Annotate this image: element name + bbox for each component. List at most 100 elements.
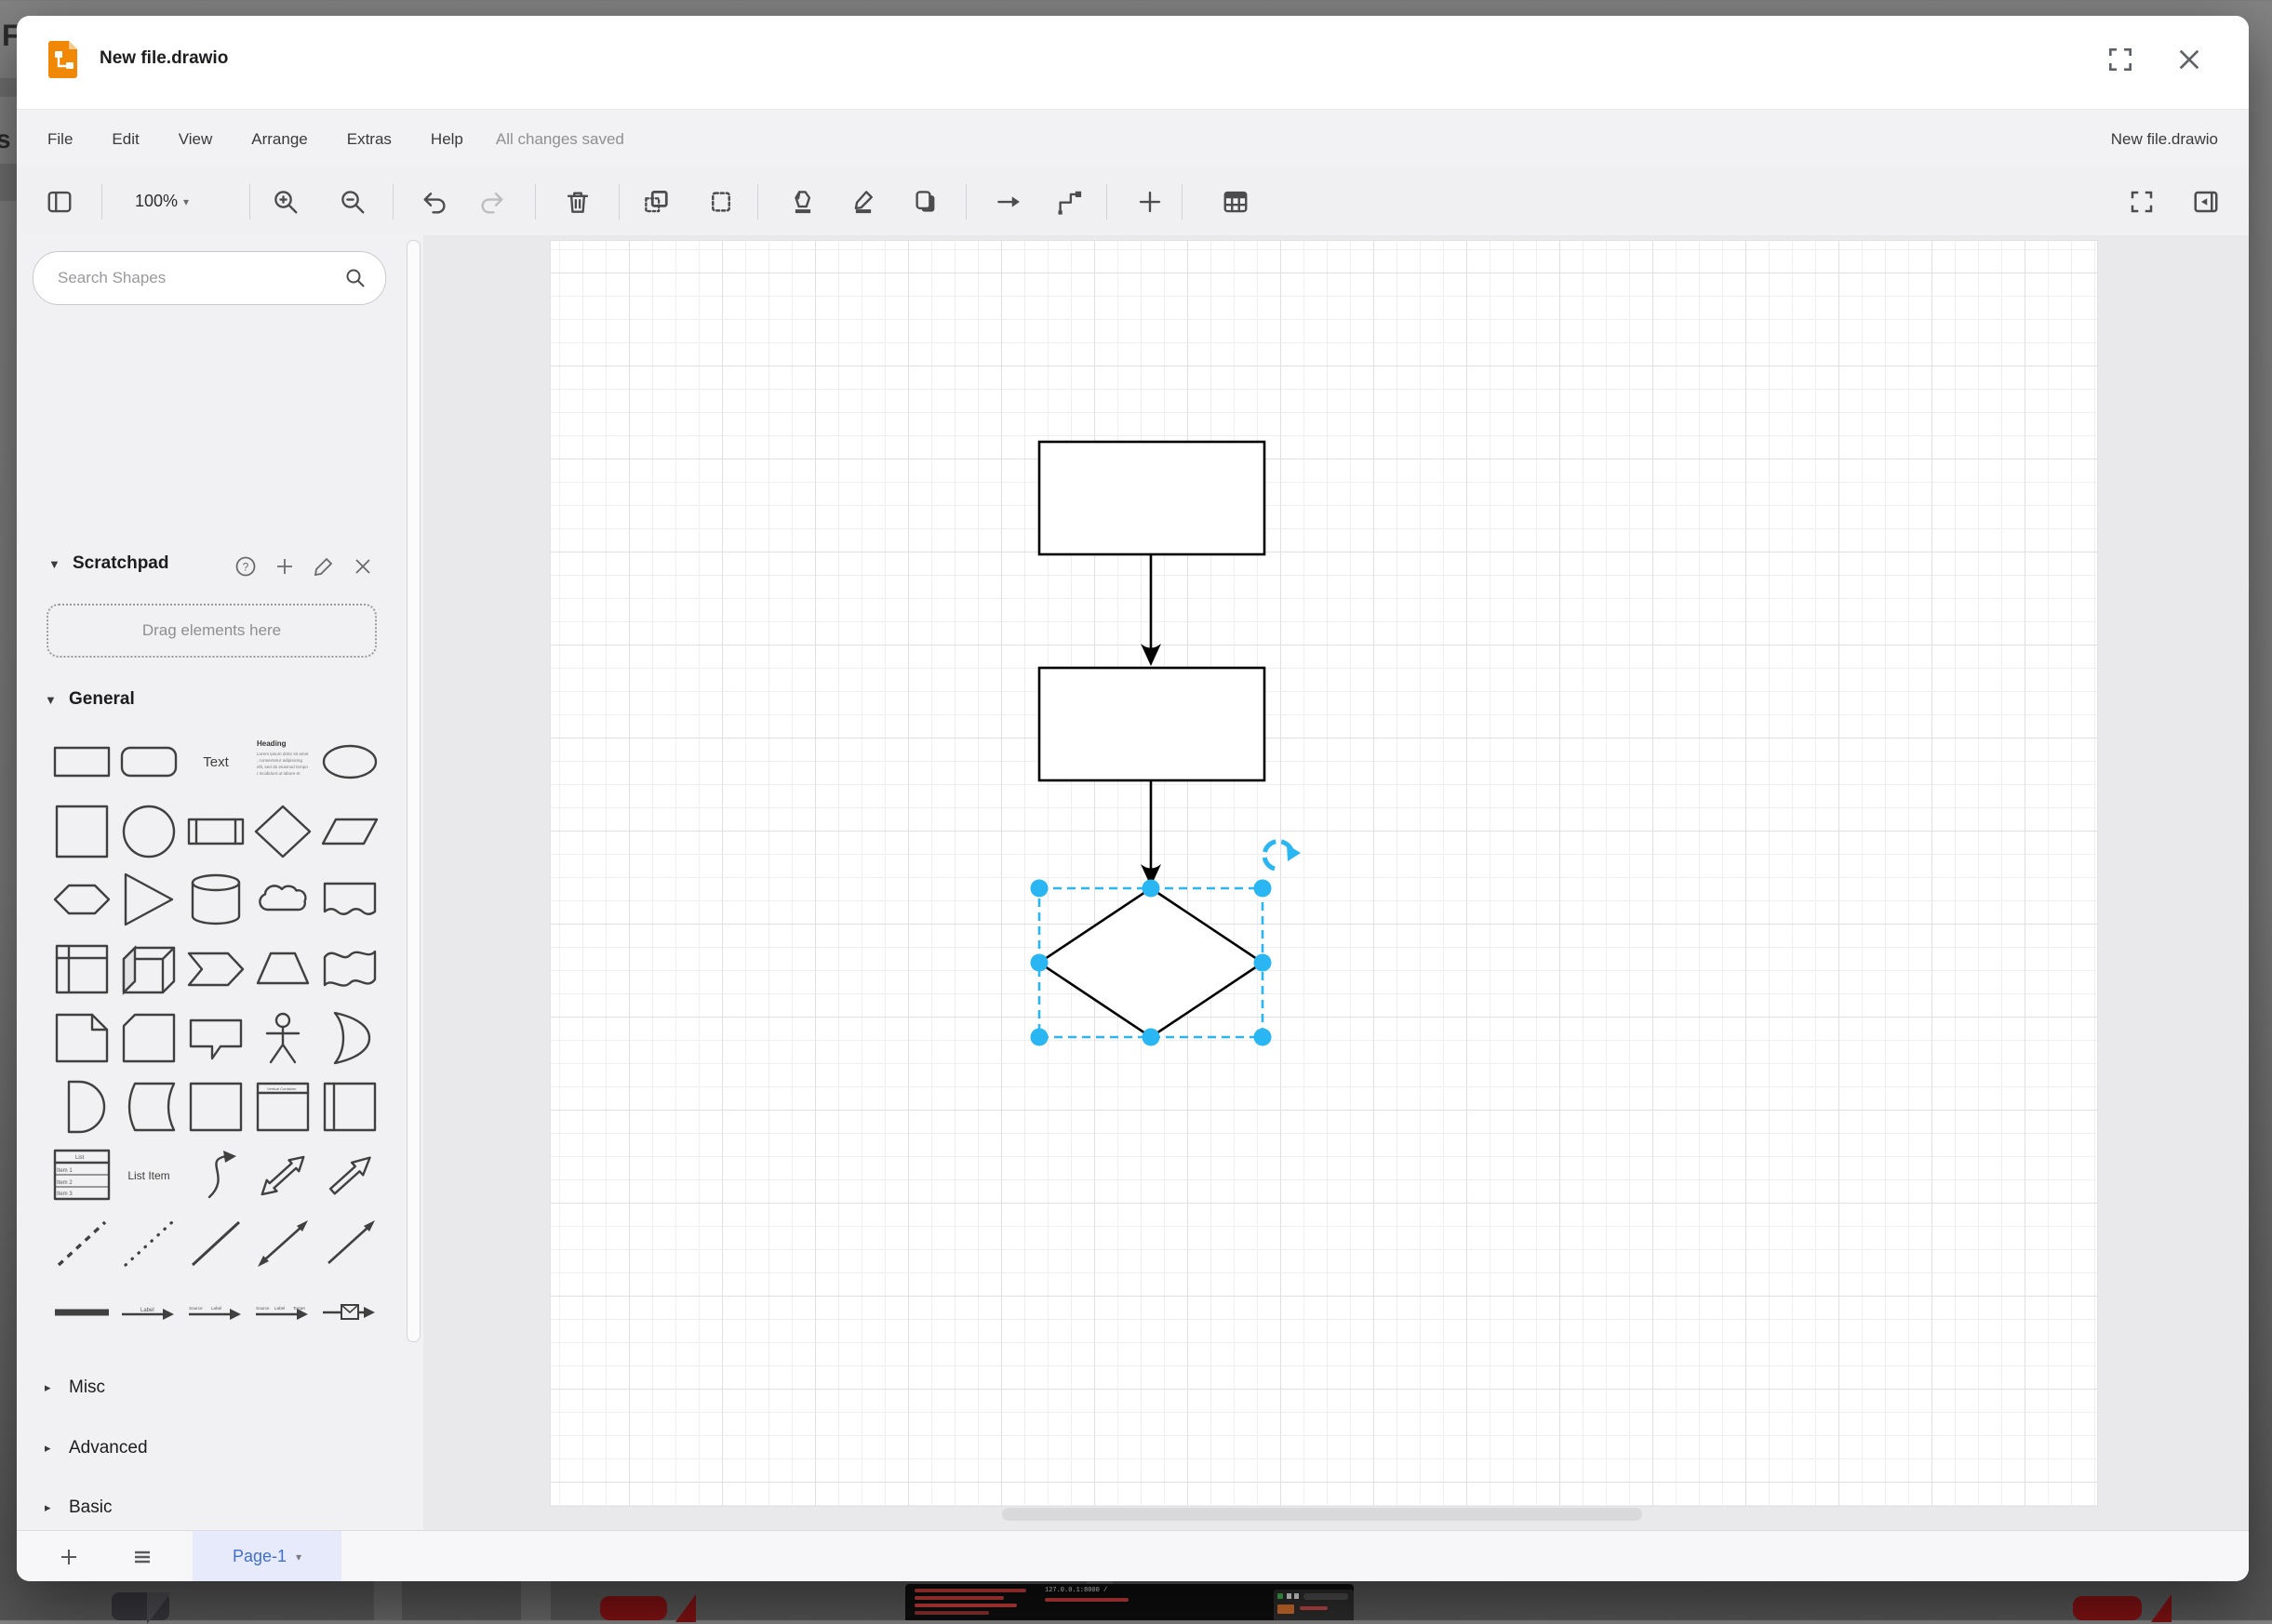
shape-note[interactable]: [48, 1010, 115, 1066]
shape-link[interactable]: [48, 1285, 115, 1340]
scratchpad-add-icon[interactable]: [274, 555, 296, 578]
shape-vertical-container[interactable]: Vertical Container: [249, 1079, 316, 1135]
shape-bidirectional-connector[interactable]: [249, 1216, 316, 1271]
shape-source-target-arrow[interactable]: SourceLabelTarget: [249, 1285, 316, 1340]
shape-dashed-line[interactable]: [48, 1216, 115, 1271]
menu-item-extras[interactable]: Extras: [327, 130, 411, 149]
selection-handle[interactable]: [1031, 880, 1049, 898]
sidebar-section-advanced[interactable]: ▸Advanced: [45, 1438, 148, 1458]
sidebar-section-basic[interactable]: ▸Basic: [45, 1498, 112, 1518]
shape-data-storage[interactable]: [115, 1079, 182, 1135]
toggle-shapes-panel-icon[interactable]: [38, 167, 81, 235]
scratchpad-dropzone[interactable]: Drag elements here: [47, 604, 377, 658]
shape-rectangle[interactable]: [48, 734, 115, 790]
selection-handle[interactable]: [1031, 1029, 1049, 1046]
selection-handle[interactable]: [1031, 954, 1049, 972]
selection-handle[interactable]: [1254, 1029, 1272, 1046]
shape-bidirectional-arrow[interactable]: [249, 1148, 316, 1204]
zoom-out-icon[interactable]: [331, 167, 374, 235]
insert-icon[interactable]: [1129, 167, 1171, 235]
menu-item-arrange[interactable]: Arrange: [232, 130, 327, 149]
canvas-horizontal-scrollbar[interactable]: [1002, 1508, 1642, 1521]
shape-process[interactable]: [182, 804, 249, 859]
shadow-icon[interactable]: [904, 167, 947, 235]
shape-and[interactable]: [48, 1079, 115, 1135]
add-page-icon[interactable]: [48, 1531, 89, 1581]
menu-item-view[interactable]: View: [159, 130, 233, 149]
line-color-icon[interactable]: [842, 167, 885, 235]
shape-internal-storage[interactable]: [48, 941, 115, 997]
shape-horizontal-container[interactable]: [316, 1079, 383, 1135]
zoom-dropdown[interactable]: 100%▾: [101, 167, 222, 235]
scratchpad-edit-icon[interactable]: [313, 555, 335, 578]
shape-circle[interactable]: [115, 804, 182, 859]
shape-dotted-line[interactable]: [115, 1216, 182, 1271]
shape-cube[interactable]: [115, 941, 182, 997]
waypoint-style-icon[interactable]: [1048, 167, 1090, 235]
expand-window-icon[interactable]: [2105, 45, 2135, 74]
to-front-icon[interactable]: [635, 167, 677, 235]
menu-item-help[interactable]: Help: [411, 130, 483, 149]
menu-item-file[interactable]: File: [17, 130, 92, 149]
general-section-header[interactable]: ▼ General: [45, 689, 135, 710]
shape-diamond[interactable]: [249, 804, 316, 859]
diagram-edge-1[interactable]: [1141, 554, 1161, 666]
scratchpad-header[interactable]: ▼ Scratchpad: [48, 553, 168, 574]
shape-cloud[interactable]: [249, 872, 316, 927]
close-window-icon[interactable]: [2174, 45, 2204, 74]
shape-source-label-arrow[interactable]: SourceLabel: [182, 1285, 249, 1340]
menu-item-edit[interactable]: Edit: [92, 130, 158, 149]
shape-line[interactable]: [182, 1216, 249, 1271]
shape-tape[interactable]: [316, 941, 383, 997]
shape-directional-connector[interactable]: [316, 1216, 383, 1271]
diagram-node-decision[interactable]: [1039, 888, 1263, 1037]
sidebar-section-misc[interactable]: ▸Misc: [45, 1378, 105, 1398]
shape-or[interactable]: [316, 1010, 383, 1066]
delete-icon[interactable]: [556, 167, 599, 235]
selection-handle[interactable]: [1254, 954, 1272, 972]
fullscreen-icon[interactable]: [2120, 167, 2163, 235]
undo-icon[interactable]: [414, 167, 457, 235]
shape-list-item[interactable]: List Item: [115, 1148, 182, 1204]
shape-text[interactable]: Text: [182, 734, 249, 790]
page-tab[interactable]: Page-1 ▾: [193, 1531, 341, 1581]
shape-arrow[interactable]: [316, 1148, 383, 1204]
to-back-icon[interactable]: [700, 167, 742, 235]
insert-table-icon[interactable]: [1214, 167, 1257, 235]
rotate-handle-icon[interactable]: [1264, 842, 1301, 869]
shape-container[interactable]: [182, 1079, 249, 1135]
selection-handle[interactable]: [1254, 880, 1272, 898]
toggle-format-panel-icon[interactable]: [2185, 167, 2227, 235]
shape-document[interactable]: [316, 872, 383, 927]
shape-parallelogram[interactable]: [316, 804, 383, 859]
zoom-in-icon[interactable]: [264, 167, 307, 235]
diagram-edge-2[interactable]: [1141, 780, 1161, 886]
shape-step[interactable]: [182, 941, 249, 997]
shape-curve[interactable]: [182, 1148, 249, 1204]
pages-menu-icon[interactable]: [122, 1531, 163, 1581]
shape-triangle[interactable]: [115, 872, 182, 927]
search-input[interactable]: [56, 268, 344, 288]
scratchpad-help-icon[interactable]: ?: [234, 555, 257, 578]
shape-actor[interactable]: [249, 1010, 316, 1066]
shape-textbox-heading[interactable]: Heading Lorem ipsum dolor sit amet, cons…: [249, 734, 316, 790]
shape-list[interactable]: ListItem 1Item 2Item 3: [48, 1148, 115, 1204]
connection-icon[interactable]: [987, 167, 1030, 235]
shape-rounded-rectangle[interactable]: [115, 734, 182, 790]
shape-ellipse[interactable]: [316, 734, 383, 790]
shape-square[interactable]: [48, 804, 115, 859]
diagram-node-rect-1[interactable]: [1039, 442, 1264, 554]
shape-hexagon[interactable]: [48, 872, 115, 927]
fill-color-icon[interactable]: [782, 167, 824, 235]
diagram-node-rect-2[interactable]: [1039, 668, 1264, 780]
selection-handle[interactable]: [1143, 1029, 1160, 1046]
shape-callout[interactable]: [182, 1010, 249, 1066]
shape-cylinder[interactable]: [182, 872, 249, 927]
scratchpad-close-icon[interactable]: [352, 555, 374, 578]
shape-card[interactable]: [115, 1010, 182, 1066]
selection-handle[interactable]: [1143, 880, 1160, 898]
shape-label-arrow[interactable]: Label: [115, 1285, 182, 1340]
sidebar-scrollbar[interactable]: [407, 240, 421, 1342]
redo-icon[interactable]: [470, 167, 513, 235]
shape-envelope-connector[interactable]: [316, 1285, 383, 1340]
